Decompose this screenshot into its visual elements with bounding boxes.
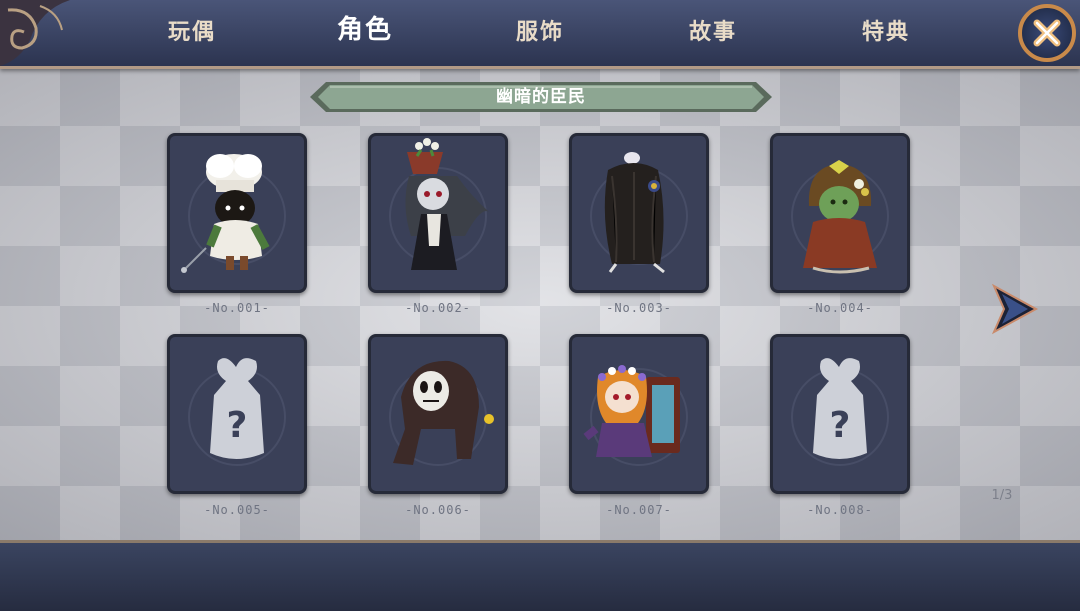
card-number-008: -No.008- [807,503,873,517]
card-number-005: -No.005- [204,503,270,517]
character-card-003[interactable] [569,133,709,293]
collection-board [0,66,1080,540]
bottom-bar [0,540,1080,611]
flowerpot-girl-character-icon [389,138,489,270]
unknown-character-icon: ? [188,358,286,466]
card-number-007: -No.007- [606,503,672,517]
character-card-005[interactable]: ? [167,334,307,494]
card-number-006: -No.006- [405,503,471,517]
character-card-002[interactable] [368,133,508,293]
character-card-001[interactable] [167,133,307,293]
svg-text:?: ? [830,405,851,446]
svg-text:?: ? [227,405,248,446]
long-hair-ghost-character-icon [590,152,688,274]
chef-character-icon [181,154,286,273]
ornament-corner-icon [0,0,70,66]
card-number-002: -No.002- [405,301,471,315]
masked-creature-character-icon [389,360,494,466]
tab-characters[interactable]: 角色 [305,13,425,47]
close-button[interactable] [1018,4,1076,62]
next-page-arrow-icon[interactable] [990,282,1040,336]
flower-crown-girl-character-icon [583,365,688,466]
character-card-006[interactable] [368,334,508,494]
tab-extras[interactable]: 特典 [826,16,946,50]
card-number-001: -No.001- [204,301,270,315]
card-number-003: -No.003- [606,301,672,315]
tab-costumes[interactable]: 服饰 [480,16,600,50]
zombie-hood-character-icon [791,160,889,274]
tab-stories[interactable]: 故事 [653,16,773,50]
character-card-008[interactable]: ? [770,334,910,494]
close-icon [1033,19,1061,47]
top-nav-bar: 玩偶 角色 服饰 故事 特典 [0,0,1080,69]
unknown-character-icon: ? [791,358,889,466]
tab-dolls[interactable]: 玩偶 [132,16,252,50]
character-card-007[interactable] [569,334,709,494]
card-number-004: -No.004- [807,301,873,315]
page-indicator: 1/3 [991,488,1013,503]
section-title: 幽暗的臣民 [496,87,586,107]
character-card-004[interactable] [770,133,910,293]
section-ribbon: 幽暗的臣民 [310,80,772,114]
